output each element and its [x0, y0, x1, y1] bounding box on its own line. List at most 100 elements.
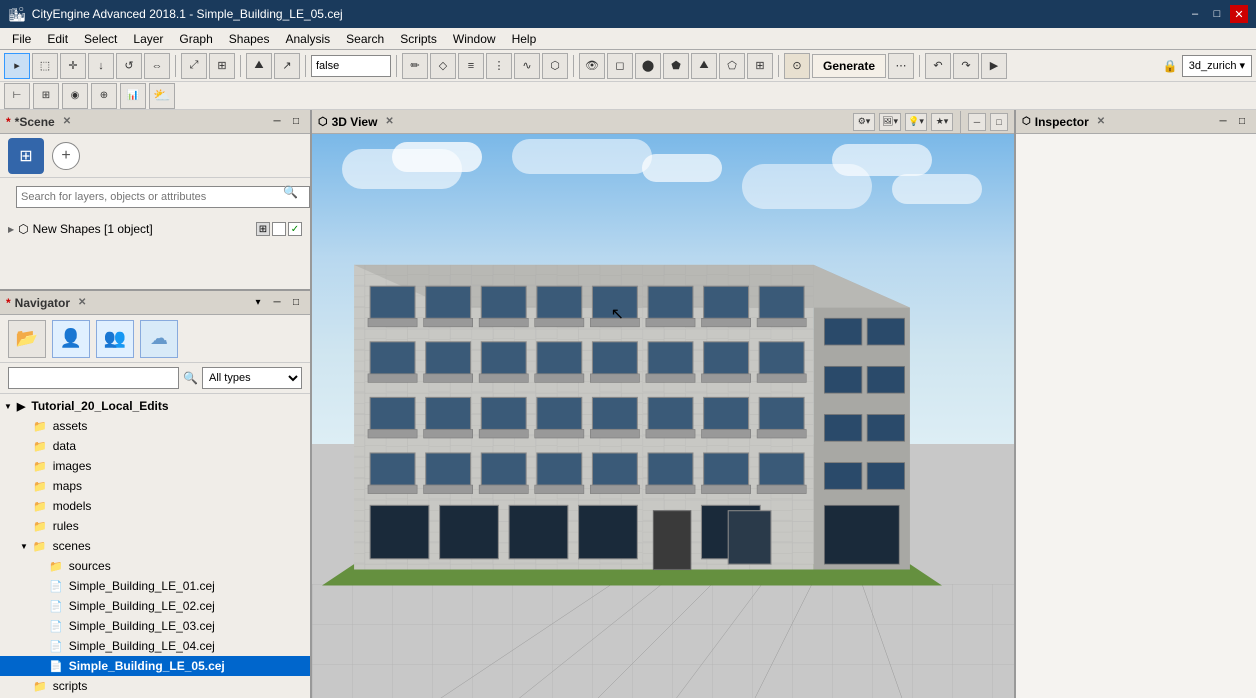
nav-tree-item[interactable]: 📁maps	[0, 476, 310, 496]
nav-cloud-btn[interactable]: ☁	[140, 320, 178, 358]
tree-item-newshapes[interactable]: ▶ ⬡ New Shapes [1 object] ⊞ ✓	[0, 218, 310, 240]
play-button[interactable]: ▶	[981, 53, 1007, 79]
view-render-btn[interactable]: 🖼▾	[879, 113, 901, 131]
inspector-close-icon[interactable]: ✕	[1097, 116, 1105, 127]
menu-help[interactable]: Help	[504, 30, 545, 48]
maximize-button[interactable]: □	[1208, 5, 1226, 23]
nav-tree-item[interactable]: 📄Simple_Building_LE_01.cej	[0, 576, 310, 596]
weather-button[interactable]: ⛅	[149, 83, 175, 109]
rotate-button[interactable]: ↺	[116, 53, 142, 79]
navigator-filter-select[interactable]: All types	[202, 367, 302, 389]
compass-button[interactable]: ◉	[62, 83, 88, 109]
scene-minimize-btn[interactable]: ─	[269, 114, 285, 130]
polygon-button[interactable]: ⬠	[719, 53, 745, 79]
menu-window[interactable]: Window	[445, 30, 504, 48]
nav-tree-item[interactable]: ▼📁scenes	[0, 536, 310, 556]
view3d-canvas[interactable]: ↖	[312, 134, 1014, 698]
inspector-minimize-btn[interactable]: ─	[1215, 114, 1231, 130]
scene-close-icon[interactable]: ✕	[63, 116, 71, 127]
scene-search-input[interactable]	[16, 186, 310, 208]
view-star-btn[interactable]: ★▾	[931, 113, 953, 131]
nav-folder-btn[interactable]: 📂	[8, 320, 46, 358]
generate-extra-button[interactable]: ⋯	[888, 53, 914, 79]
view-settings-btn[interactable]: ⚙▾	[853, 113, 875, 131]
nav-group-btn[interactable]: 👥	[96, 320, 134, 358]
menu-graph[interactable]: Graph	[171, 30, 220, 48]
ruler-button[interactable]: ⊢	[4, 83, 30, 109]
view3d-close-icon[interactable]: ✕	[385, 116, 393, 127]
pencil-button[interactable]: ✏	[402, 53, 428, 79]
profile-button[interactable]: 3d_zurich ▾	[1182, 55, 1252, 77]
nav-tree-item[interactable]: 📁sources	[0, 556, 310, 576]
undo-flow-button[interactable]: ↶	[925, 53, 951, 79]
box-button[interactable]: ◻	[607, 53, 633, 79]
menu-shapes[interactable]: Shapes	[221, 30, 278, 48]
scene-panel-controls: ─ □	[269, 114, 304, 130]
nav-tree-item[interactable]: 📄Simple_Building_LE_04.cej	[0, 636, 310, 656]
shape-button[interactable]: ◇	[430, 53, 456, 79]
sphere-button[interactable]: ⬤	[635, 53, 661, 79]
nav-tree-item[interactable]: 📄Simple_Building_LE_03.cej	[0, 616, 310, 636]
mirror-button[interactable]: ⇔	[144, 53, 170, 79]
grid-checkbox-icon[interactable]: ⊞	[256, 222, 270, 236]
cylinder-button[interactable]: ⬟	[663, 53, 689, 79]
terrain-button[interactable]: ⛰	[246, 53, 272, 79]
terrain-gen-button[interactable]: ⛰	[691, 53, 717, 79]
inspector-maximize-btn[interactable]: □	[1234, 114, 1250, 130]
move-button[interactable]: ✛	[60, 53, 86, 79]
view-maximize-btn[interactable]: □	[990, 113, 1008, 131]
minimize-button[interactable]: –	[1186, 5, 1204, 23]
grid-button[interactable]: ⊞	[33, 83, 59, 109]
view-button[interactable]: 👁	[579, 53, 605, 79]
menu-file[interactable]: File	[4, 30, 39, 48]
box-select-button[interactable]: ⬚	[32, 53, 58, 79]
scene-layers-btn[interactable]: ⊞	[8, 138, 44, 174]
snap-button[interactable]: ⊞	[209, 53, 235, 79]
generate-icon-button[interactable]: ⊙	[784, 53, 810, 79]
menu-analysis[interactable]: Analysis	[277, 30, 338, 48]
nav-tree-item[interactable]: 📄Simple_Building_LE_02.cej	[0, 596, 310, 616]
generate-button[interactable]: Generate	[812, 54, 886, 78]
menu-scripts[interactable]: Scripts	[392, 30, 445, 48]
menu-edit[interactable]: Edit	[39, 30, 76, 48]
false-input[interactable]	[311, 55, 391, 77]
visible-checkbox-icon[interactable]: ✓	[288, 222, 302, 236]
navigator-search-input[interactable]	[8, 367, 179, 389]
node-button[interactable]: ⬡	[542, 53, 568, 79]
navigator-close-icon[interactable]: ✕	[78, 297, 86, 308]
nav-tree-item[interactable]: 📁data	[0, 436, 310, 456]
nav-tree-item[interactable]: 📁images	[0, 456, 310, 476]
nav-tree-item[interactable]: 📁rules	[0, 516, 310, 536]
crosshair-button[interactable]: ⊕	[91, 83, 117, 109]
chart-button[interactable]: 📊	[120, 83, 146, 109]
scene-maximize-btn[interactable]: □	[288, 114, 304, 130]
distribute-button[interactable]: ⋮	[486, 53, 512, 79]
redo-flow-button[interactable]: ↷	[953, 53, 979, 79]
menu-search[interactable]: Search	[338, 30, 392, 48]
align-button[interactable]: ≡	[458, 53, 484, 79]
view-minimize-btn[interactable]: ─	[968, 113, 986, 131]
road-button[interactable]: ↗	[274, 53, 300, 79]
navigator-search-icon[interactable]: 🔍	[183, 371, 198, 385]
close-button[interactable]: ✕	[1230, 5, 1248, 23]
nav-maximize-btn[interactable]: □	[288, 295, 304, 311]
nav-collapse-btn[interactable]: ▾	[250, 295, 266, 311]
nav-minimize-btn[interactable]: ─	[269, 295, 285, 311]
nav-tree-item[interactable]: 📁scripts	[0, 676, 310, 696]
nav-tree-item[interactable]: 📁models	[0, 496, 310, 516]
scene-add-btn[interactable]: +	[52, 142, 80, 170]
titlebar-controls[interactable]: – □ ✕	[1186, 5, 1248, 23]
curve-button[interactable]: ∿	[514, 53, 540, 79]
menu-layer[interactable]: Layer	[125, 30, 171, 48]
view-light-btn[interactable]: 💡▾	[905, 113, 927, 131]
menu-select[interactable]: Select	[76, 30, 125, 48]
move-down-button[interactable]: ↓	[88, 53, 114, 79]
street-button[interactable]: ⊞	[747, 53, 773, 79]
select-tool-button[interactable]: ▸	[4, 53, 30, 79]
translate-button[interactable]: ⤢	[181, 53, 207, 79]
nav-person-btn[interactable]: 👤	[52, 320, 90, 358]
nav-tree-item[interactable]: 📁assets	[0, 416, 310, 436]
nav-tree-item[interactable]: ▼▶Tutorial_20_Local_Edits	[0, 396, 310, 416]
nav-tree-item[interactable]: 📄Simple_Building_LE_05.cej	[0, 656, 310, 676]
box-checkbox-icon[interactable]	[272, 222, 286, 236]
